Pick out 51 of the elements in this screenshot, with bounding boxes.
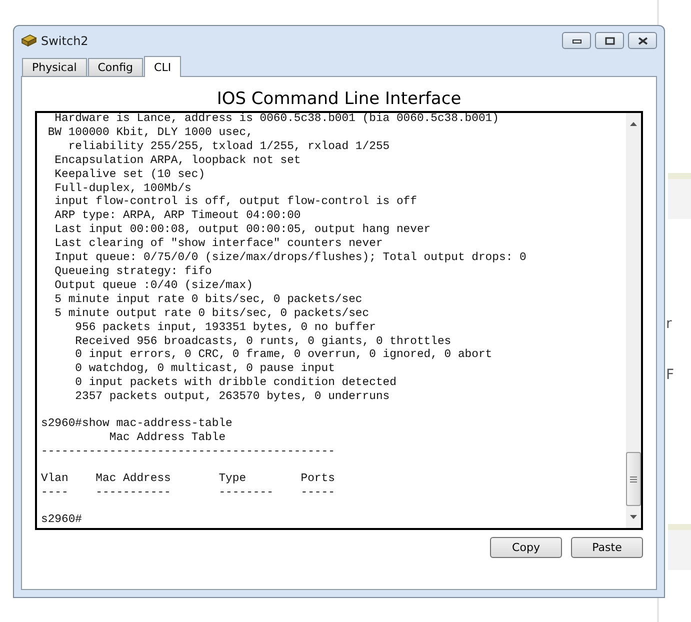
terminal-line: s2960# [41, 514, 84, 528]
terminal-line: Output queue :0/40 (size/max) [54, 280, 254, 294]
minimize-icon [572, 38, 582, 44]
background-panel [668, 173, 691, 219]
maximize-icon [604, 36, 614, 44]
close-icon [638, 36, 648, 44]
terminal-line: Keepalive set (10 sec) [54, 168, 206, 182]
background-text: F [666, 367, 674, 383]
terminal-line: 956 packets input, 193351 bytes, 0 no buffer [74, 322, 377, 336]
terminal-line: Queueing strategy: fifo [54, 266, 213, 280]
terminal-line: Mac Address Table [108, 432, 227, 446]
tab[interactable]: Config [88, 58, 144, 76]
terminal-line: 0 watchdog, 0 multicast, 0 pause input [74, 363, 336, 376]
terminal-line: Received 956 broadcasts, 0 runts, 0 giants, 0 throttles [74, 336, 452, 348]
terminal-line: s2960#show mac-address-table [41, 418, 234, 432]
terminal-line: input flow-control is off, output flow-control is off [54, 196, 418, 210]
terminal-line: ---- ----------- -------- ----- [41, 486, 336, 501]
terminal-line: Input queue: 0/75/0/0 (size/max/drops/flushes); Total output drops: 0 [54, 252, 528, 266]
terminal-line: Encapsulation ARPA, loopback not set [54, 154, 302, 168]
grip-icon [630, 476, 637, 482]
terminal-line: ARP type: ARPA, ARP Timeout 04:00:00 [54, 210, 302, 224]
terminal-line: 5 minute output rate 0 bits/sec, 0 packets/sec [54, 308, 370, 322]
terminal-line: ------------------------------------------- [41, 446, 336, 460]
terminal-line: Vlan Mac Address Type Ports [41, 472, 336, 487]
tab[interactable]: CLI [144, 56, 182, 77]
tab[interactable]: Physical [22, 58, 87, 76]
terminal-line: 2357 packets output, 263570 bytes, 0 underruns [74, 391, 391, 406]
background-panel [668, 524, 691, 570]
terminal-line: Last input 00:00:08, output 00:00:05, output hang never [54, 224, 432, 238]
paste-button[interactable]: Paste [571, 537, 643, 558]
terminal-line: 5 minute input rate 0 bits/sec, 0 packets/sec [54, 294, 364, 308]
copy-button[interactable]: Copy [490, 537, 562, 558]
window-title: Switch2 [41, 34, 88, 48]
panel-heading: IOS Command Line Interface [216, 88, 462, 111]
scroll-thumb[interactable] [626, 452, 641, 506]
scrollbar[interactable] [626, 113, 641, 528]
terminal-line: reliability 255/255, txload 1/255, rxload 1/255 [67, 140, 391, 154]
minimize-button[interactable] [562, 32, 591, 49]
background-text: r [666, 316, 672, 332]
maximize-button[interactable] [595, 32, 624, 49]
switch-icon [21, 33, 37, 48]
terminal[interactable] [35, 111, 643, 530]
terminal-line: 0 input errors, 0 CRC, 0 frame, 0 overrun, 0 ignored, 0 abort [74, 349, 494, 362]
close-button[interactable] [628, 32, 657, 49]
scroll-up-icon[interactable] [629, 121, 638, 127]
terminal-line: Last clearing of "show interface" counters never [54, 238, 384, 252]
scroll-down-icon[interactable] [629, 514, 638, 520]
terminal-line: Hardware is Lance, address is 0060.5c38.b001 (bia 0060.5c38.b001) [54, 113, 500, 126]
terminal-line: BW 100000 Kbit, DLY 1000 usec, [46, 126, 254, 140]
terminal-line: 0 input packets with dribble condition detected [74, 377, 398, 390]
terminal-line: Full-duplex, 100Mb/s [54, 182, 192, 196]
